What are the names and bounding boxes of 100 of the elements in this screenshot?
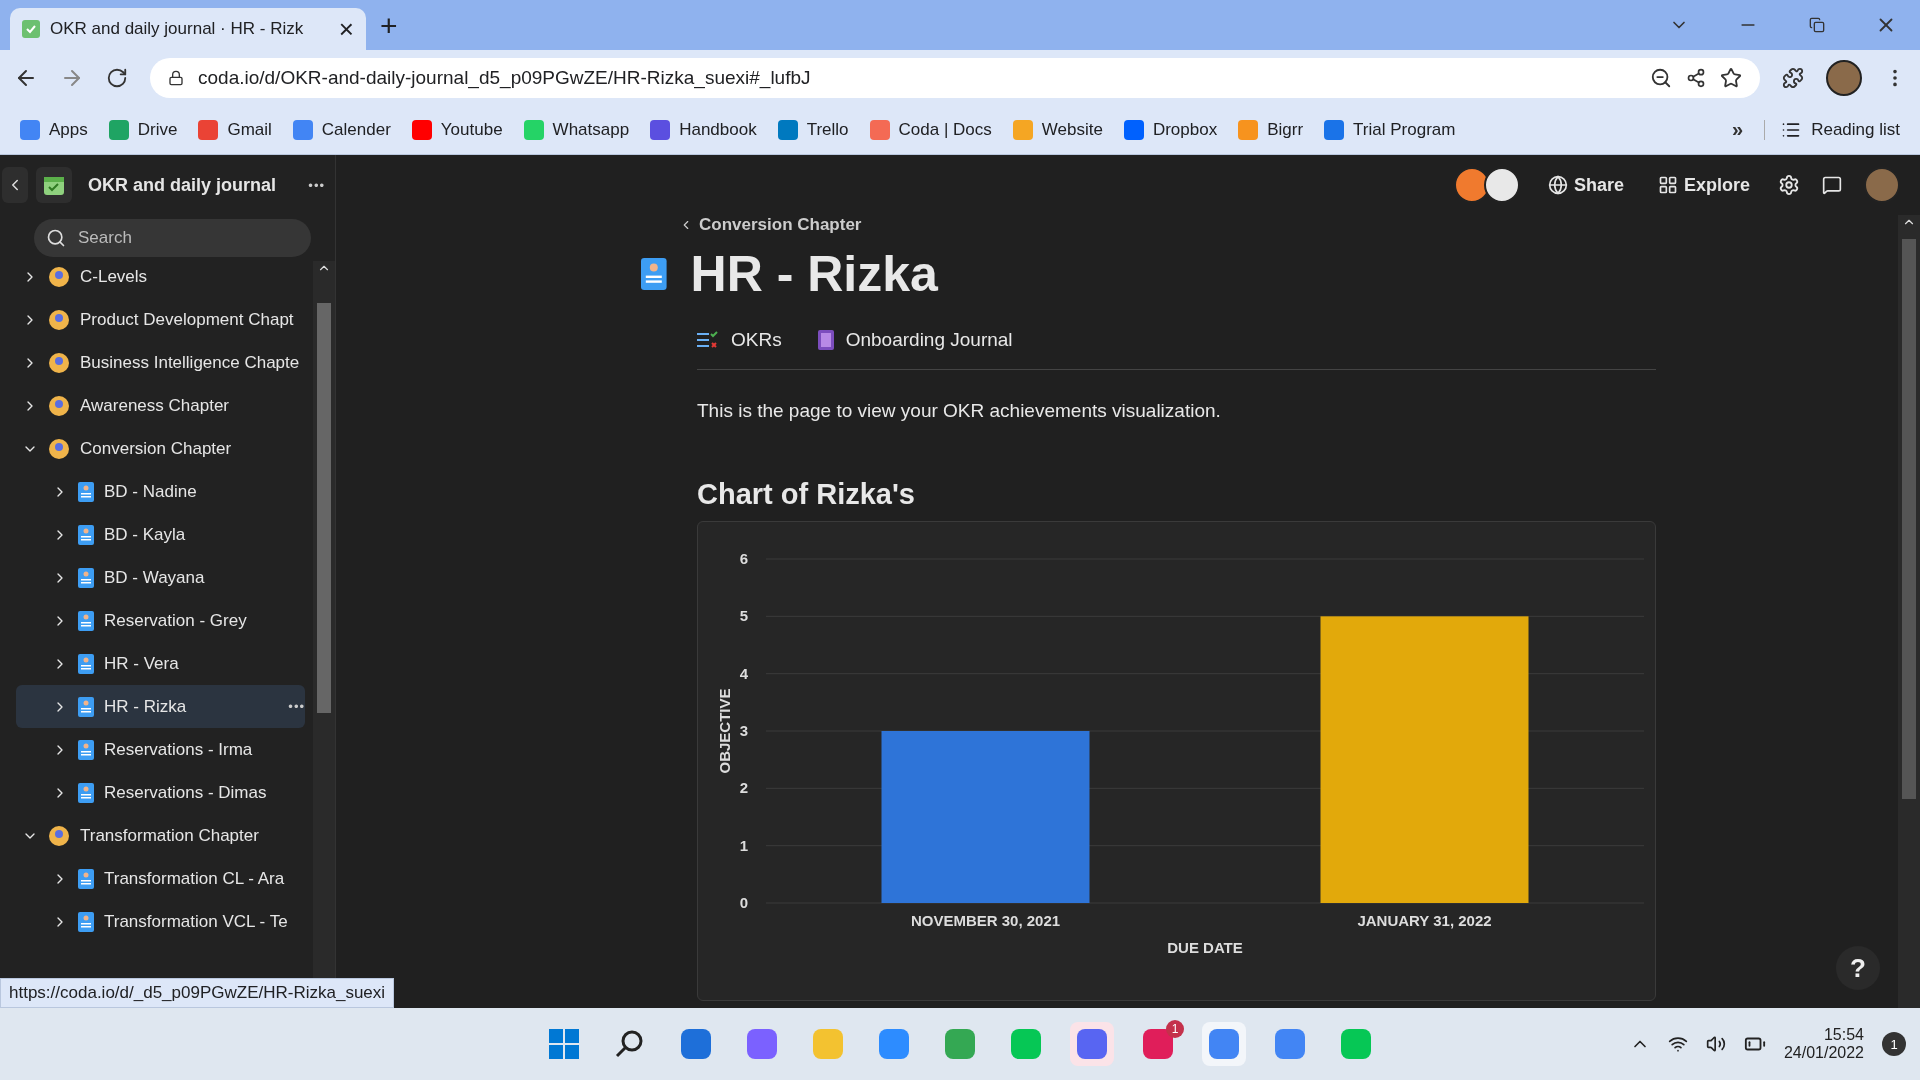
document-icon: [78, 696, 94, 717]
sidebar-item[interactable]: BD - Wayana: [16, 556, 305, 599]
settings-icon[interactable]: [1778, 174, 1800, 196]
document-icon: [78, 782, 94, 803]
chapter-icon: [48, 437, 70, 460]
document-icon: [78, 868, 94, 889]
comments-icon[interactable]: [1822, 175, 1842, 195]
bookmark[interactable]: Trial Program: [1324, 119, 1456, 140]
explore-button[interactable]: Explore: [1651, 173, 1756, 197]
wifi-icon[interactable]: [1667, 1034, 1688, 1054]
chapter-icon: [48, 824, 70, 847]
sidebar-item[interactable]: Reservations - Dimas: [16, 771, 305, 814]
y-tick-label: 0: [739, 894, 748, 911]
page-description: This is the page to view your OKR achievements visualization.: [697, 400, 1222, 422]
chapter-icon: [48, 394, 70, 417]
volume-icon[interactable]: [1705, 1034, 1726, 1054]
subpage-link[interactable]: OKRs: [697, 329, 782, 351]
help-button[interactable]: ?: [1836, 946, 1880, 990]
sidebar-item[interactable]: Transformation Chapter: [16, 814, 305, 857]
sidebar-item[interactable]: C-Levels: [16, 261, 305, 298]
bookmark[interactable]: Coda | Docs: [869, 119, 992, 140]
x-axis-title: DUE DATE: [1167, 939, 1243, 956]
document-icon: [78, 610, 94, 631]
document-icon: [78, 567, 94, 588]
sidebar-item[interactable]: HR - Rizka •••: [16, 685, 305, 728]
sidebar-item[interactable]: Reservation - Grey: [16, 599, 305, 642]
lock-icon: [168, 69, 184, 86]
bookmark[interactable]: Youtube: [411, 119, 503, 140]
book-icon: [817, 330, 834, 350]
browser-tab[interactable]: OKR and daily journal · HR - Rizk ×: [10, 8, 366, 50]
chapter-icon: [48, 308, 70, 331]
y-axis-title: OBJECTIVE: [716, 688, 733, 774]
doc-icon: [36, 167, 72, 203]
document-icon: [78, 653, 94, 674]
sidebar-item[interactable]: Conversion Chapter: [16, 427, 305, 470]
more-bookmarks-button[interactable]: »: [1732, 118, 1744, 141]
subpage-link[interactable]: Onboarding Journal: [817, 329, 1013, 351]
calendar-icon: [22, 20, 40, 38]
clock-date: 24/01/2022: [1783, 1044, 1864, 1062]
document-icon: [78, 739, 94, 760]
zoom-out-icon[interactable]: [1650, 66, 1672, 89]
sidebar-item[interactable]: Product Development Chapt: [16, 298, 305, 341]
address-bar[interactable]: coda.io/d/OKR-and-daily-journal_d5_p09PGwZE/HR-Rizka_suexi#_lufbJ: [150, 57, 1760, 98]
y-tick-label: 5: [739, 607, 748, 625]
notification-badge: 1: [1166, 1020, 1184, 1038]
bookmark[interactable]: Dropbox: [1123, 119, 1218, 140]
document-icon: [78, 911, 94, 932]
section-heading: Chart of Rizka's: [697, 478, 916, 511]
reading-list-button[interactable]: Reading list: [1764, 119, 1900, 140]
notification-count[interactable]: 1: [1882, 1032, 1906, 1056]
more-options-icon[interactable]: •••: [288, 699, 305, 714]
y-tick-label: 1: [739, 836, 748, 854]
chapter-icon: [48, 265, 70, 288]
back-button[interactable]: [2, 167, 28, 203]
scrollbar[interactable]: [1898, 215, 1920, 1008]
extensions-icon[interactable]: [1782, 66, 1804, 89]
bookmark[interactable]: Gmail: [198, 119, 272, 140]
sidebar-item[interactable]: Transformation CL - Ara: [16, 857, 305, 900]
bookmark[interactable]: Whatsapp: [523, 119, 630, 140]
y-tick-label: 4: [739, 664, 748, 682]
sidebar-item[interactable]: BD - Kayla: [16, 513, 305, 556]
share-button[interactable]: Share: [1541, 173, 1630, 197]
y-tick-label: 2: [739, 779, 748, 797]
document-icon: [78, 524, 94, 545]
sidebar-item[interactable]: HR - Vera: [16, 642, 305, 685]
y-tick-label: 3: [739, 722, 748, 739]
document-icon: [641, 258, 667, 290]
star-icon[interactable]: [1720, 66, 1742, 89]
url-tooltip: https://coda.io/d/_d5_p09PGwZE/HR-Rizka_suexi: [0, 978, 395, 1008]
restore-icon[interactable]: [1808, 17, 1825, 33]
bookmark[interactable]: Bigrr: [1238, 119, 1304, 140]
more-options-icon[interactable]: •••: [308, 177, 325, 193]
breadcrumb-link[interactable]: Conversion Chapter: [679, 215, 1656, 235]
close-tab-button[interactable]: ×: [338, 16, 354, 42]
globe-icon: [1547, 175, 1568, 195]
page-title: HR - Rizka: [690, 245, 938, 303]
bookmark[interactable]: Drive: [108, 119, 178, 140]
bookmark[interactable]: Website: [1012, 119, 1103, 140]
profile-avatar[interactable]: [1826, 59, 1862, 96]
sidebar-item[interactable]: BD - Nadine: [16, 470, 305, 513]
document-icon: [78, 481, 94, 502]
share-icon[interactable]: [1686, 67, 1706, 88]
sidebar-item[interactable]: Business Intelligence Chapte: [16, 341, 305, 384]
sidebar-item[interactable]: Transformation VCL - Te: [16, 900, 305, 943]
clock-time: 15:54: [1823, 1026, 1864, 1044]
doc-title: OKR and daily journal: [88, 174, 278, 196]
new-tab-button[interactable]: +: [374, 8, 404, 44]
search-icon: [46, 228, 66, 248]
reload-icon[interactable]: [106, 66, 128, 89]
checklist-icon: [697, 330, 719, 350]
bookmark[interactable]: Apps: [20, 119, 88, 140]
bookmark[interactable]: Trello: [777, 119, 849, 140]
search-field[interactable]: Search: [34, 219, 311, 257]
x-axis-label: JANUARY 31, 2022: [1357, 912, 1492, 929]
chapter-icon: [48, 351, 70, 374]
sidebar-item[interactable]: Awareness Chapter: [16, 384, 305, 427]
bookmark[interactable]: Calender: [292, 119, 391, 140]
sidebar-item[interactable]: Reservations - Irma: [16, 728, 305, 771]
grid-icon: [1657, 175, 1678, 195]
bookmark[interactable]: Handbook: [650, 119, 757, 140]
